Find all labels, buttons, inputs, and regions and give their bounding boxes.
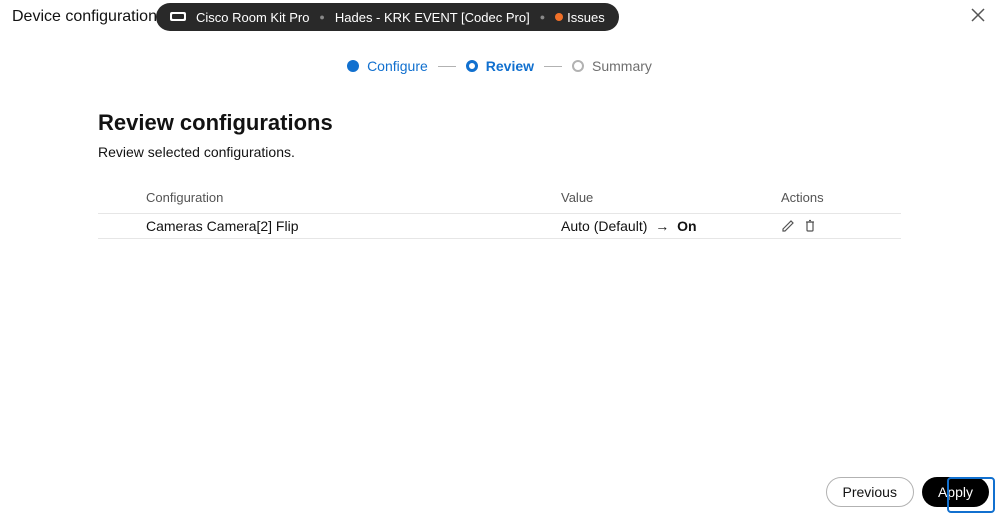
- footer-actions: Previous Apply: [824, 475, 992, 509]
- issues-status-dot: [555, 13, 563, 21]
- step-summary[interactable]: Summary: [572, 58, 652, 74]
- issues-label: Issues: [567, 10, 605, 25]
- device-model: Cisco Room Kit Pro: [196, 10, 309, 25]
- step-review-label: Review: [486, 58, 534, 74]
- step-configure-label: Configure: [367, 58, 428, 74]
- column-header-configuration: Configuration: [146, 190, 561, 205]
- main-content: Review configurations Review selected co…: [0, 110, 999, 239]
- step-current-icon: [466, 60, 478, 72]
- apply-button-label: Apply: [938, 484, 973, 500]
- page-title-header: Device configurations: [12, 8, 165, 26]
- delete-icon[interactable]: [803, 219, 817, 233]
- previous-button[interactable]: Previous: [826, 477, 914, 507]
- cell-value-change: Auto (Default) → On: [561, 218, 781, 234]
- step-done-icon: [347, 60, 359, 72]
- page-subheading: Review selected configurations.: [98, 144, 901, 160]
- column-header-value: Value: [561, 190, 781, 205]
- step-summary-label: Summary: [592, 58, 652, 74]
- close-button[interactable]: [971, 8, 989, 26]
- device-name: Hades - KRK EVENT [Codec Pro]: [335, 10, 530, 25]
- step-pending-icon: [572, 60, 584, 72]
- cell-actions: [781, 219, 901, 233]
- pill-separator: ●: [319, 13, 324, 22]
- previous-button-label: Previous: [843, 484, 897, 500]
- old-value: Auto (Default): [561, 218, 647, 234]
- configurations-table: Configuration Value Actions Cameras Came…: [98, 182, 901, 239]
- pill-separator: ●: [540, 13, 545, 22]
- step-connector: [544, 66, 562, 67]
- step-configure[interactable]: Configure: [347, 58, 428, 74]
- new-value: On: [677, 218, 696, 234]
- device-icon: [170, 12, 186, 22]
- step-review[interactable]: Review: [466, 58, 534, 74]
- page-heading: Review configurations: [98, 110, 901, 136]
- edit-icon[interactable]: [781, 219, 795, 233]
- device-context-pill: Cisco Room Kit Pro ● Hades - KRK EVENT […: [156, 3, 619, 31]
- issues-indicator: Issues: [555, 10, 605, 25]
- arrow-icon: →: [651, 218, 673, 234]
- table-header-row: Configuration Value Actions: [98, 182, 901, 213]
- table-row: Cameras Camera[2] Flip Auto (Default) → …: [98, 213, 901, 239]
- cell-configuration-name: Cameras Camera[2] Flip: [146, 218, 561, 234]
- step-connector: [438, 66, 456, 67]
- column-header-actions: Actions: [781, 190, 901, 205]
- header-bar: Device configurations Cisco Room Kit Pro…: [0, 0, 999, 34]
- apply-button[interactable]: Apply: [922, 477, 989, 507]
- wizard-stepper: Configure Review Summary: [0, 58, 999, 74]
